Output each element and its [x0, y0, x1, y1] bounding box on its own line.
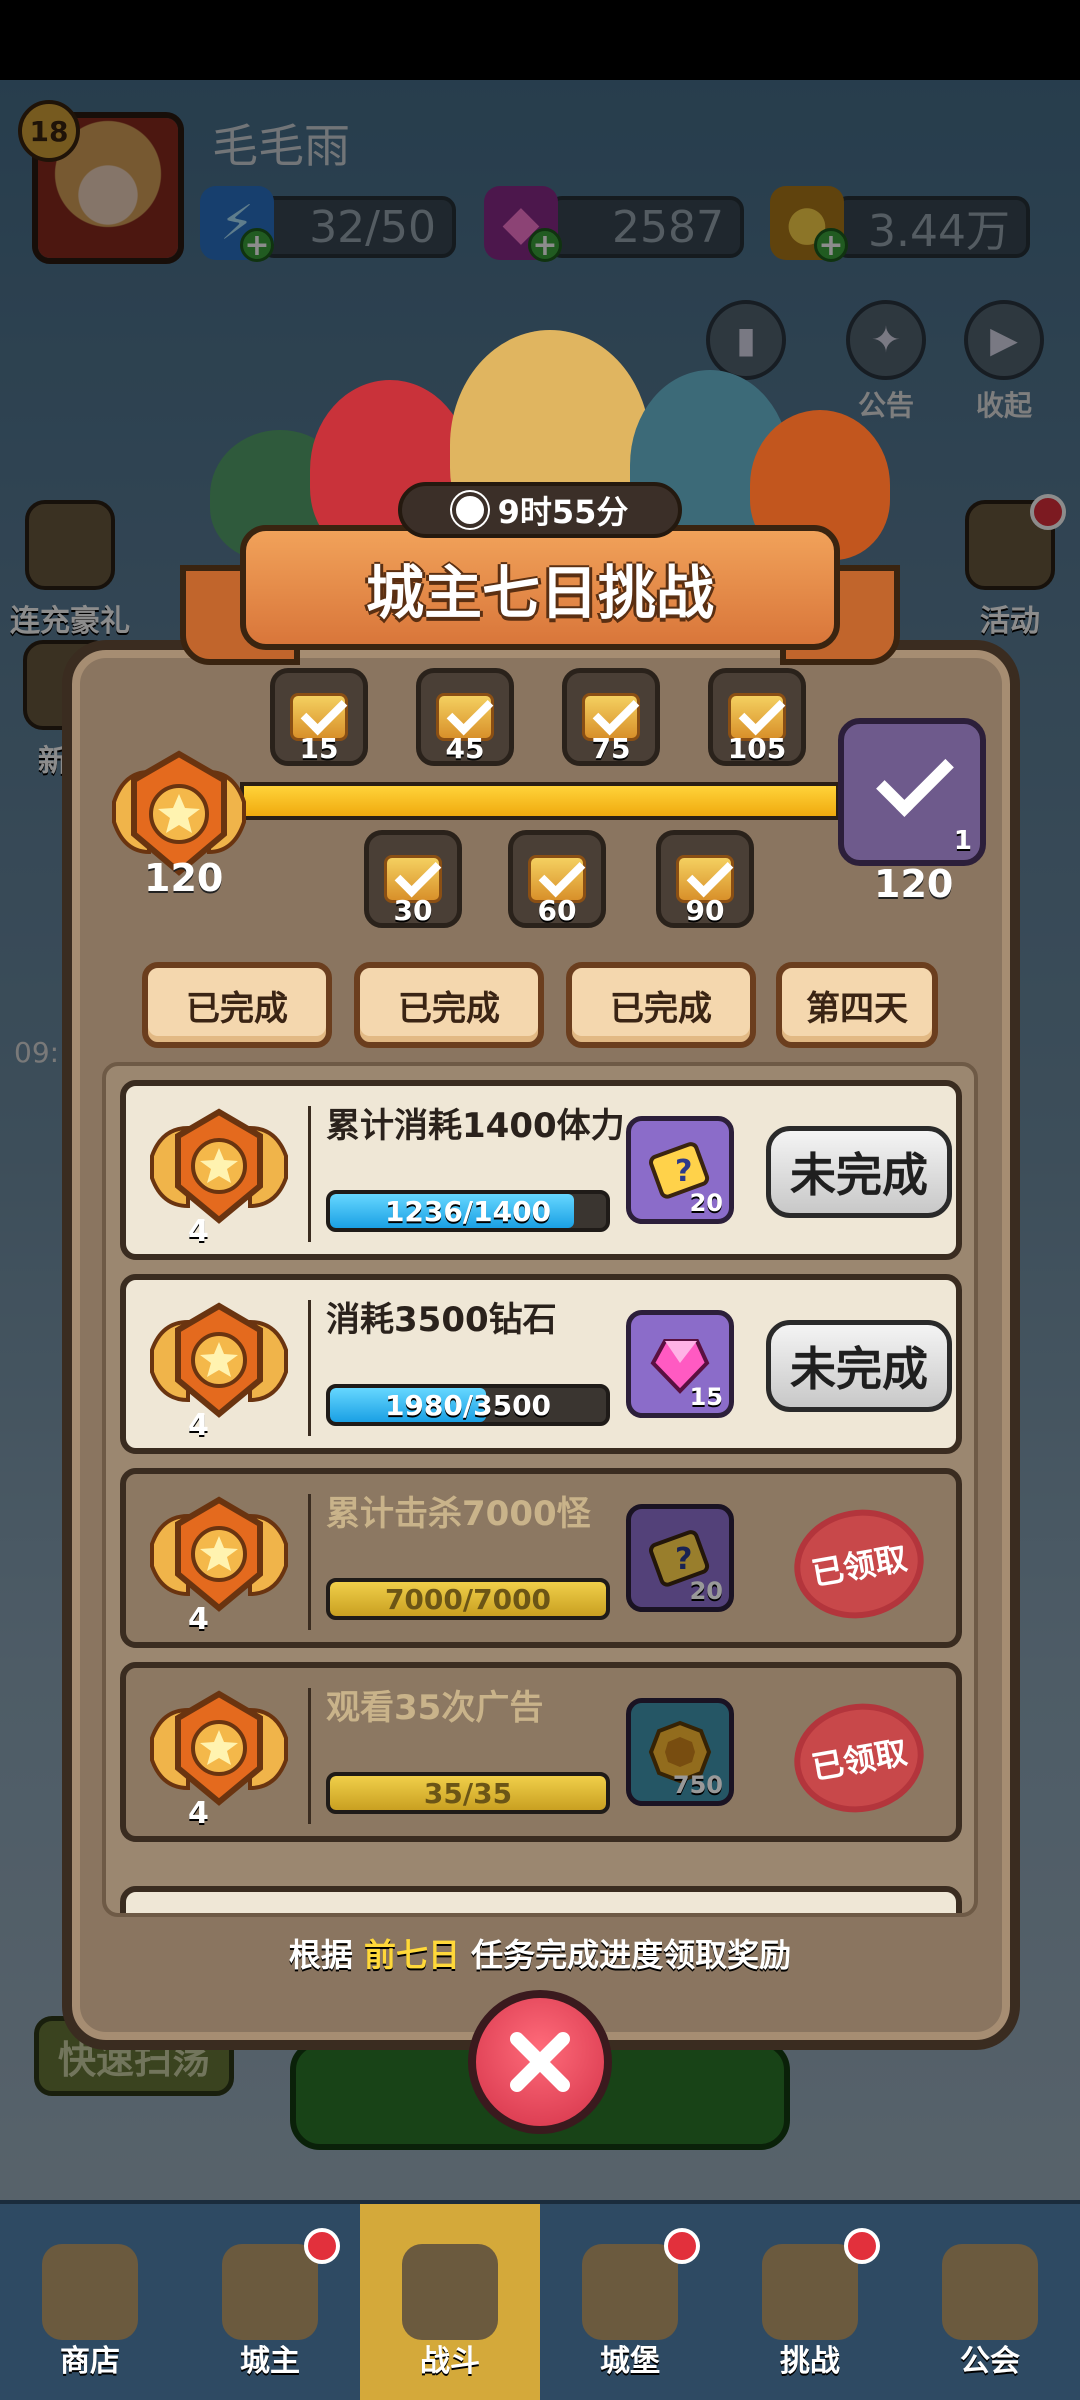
- reward-item[interactable]: ? 20: [626, 1116, 734, 1224]
- max-points-label: 120: [874, 862, 954, 906]
- divider: [308, 1688, 311, 1824]
- tab-day-2[interactable]: 已完成: [354, 962, 544, 1048]
- nav-challenge[interactable]: 挑战: [720, 2204, 900, 2400]
- medal-points: 4: [188, 1214, 209, 1249]
- task-progress-text: 1236/1400: [384, 1194, 552, 1228]
- countdown-timer: 9时55分: [398, 482, 682, 538]
- close-icon: [510, 2032, 570, 2092]
- final-reward-hero[interactable]: 1: [838, 718, 986, 866]
- tab-day-3[interactable]: 已完成: [566, 962, 756, 1048]
- banner-icon: [942, 2244, 1038, 2340]
- tab-day-1[interactable]: 已完成: [142, 962, 332, 1048]
- points-progress-fill: [244, 786, 836, 816]
- nav-shop[interactable]: 商店: [0, 2204, 180, 2400]
- milestone-chest[interactable]: 90: [656, 830, 754, 928]
- svg-text:?: ?: [675, 1542, 692, 1577]
- reward-count: 20: [689, 1189, 723, 1217]
- reward-count: 750: [672, 1771, 723, 1799]
- task-progress-bar: 1236/1400: [326, 1190, 610, 1232]
- task-progress-text: 7000/7000: [384, 1582, 552, 1616]
- tab-day-4[interactable]: 第四天: [776, 962, 938, 1048]
- notification-dot: [304, 2228, 340, 2264]
- task-title: 累计击杀7000怪: [326, 1494, 591, 1534]
- nav-castle[interactable]: 城堡: [540, 2204, 720, 2400]
- divider: [308, 1106, 311, 1242]
- task-title: 观看35次广告: [326, 1688, 544, 1728]
- milestone-chest[interactable]: 30: [364, 830, 462, 928]
- milestone-chest[interactable]: 75: [562, 668, 660, 766]
- nav-lord[interactable]: 城主: [180, 2204, 360, 2400]
- task-progress-text: 1980/3500: [384, 1388, 552, 1422]
- task-card: 4 消耗3500钻石 1980/3500 15 未完成: [120, 1274, 962, 1454]
- svg-text:?: ?: [675, 1154, 692, 1189]
- task-progress-bar: 1980/3500: [326, 1384, 610, 1426]
- incomplete-button[interactable]: 未完成: [766, 1320, 952, 1412]
- reward-item[interactable]: 750: [626, 1698, 734, 1806]
- task-list[interactable]: 4 累计消耗1400体力 1236/1400? 20 未完成 4 消耗3500钻石 1980/…: [102, 1062, 978, 1917]
- medal-icon: [150, 1690, 288, 1806]
- demon-icon: [762, 2244, 858, 2340]
- milestone-chest[interactable]: 105: [708, 668, 806, 766]
- points-progress-bar: [240, 782, 840, 820]
- task-title: 累计消耗1400体力: [326, 1106, 625, 1146]
- divider: [308, 1494, 311, 1630]
- divider: [308, 1300, 311, 1436]
- current-points-label: 120: [144, 856, 224, 900]
- medal-points: 4: [188, 1408, 209, 1443]
- checkmark-icon: [876, 739, 954, 817]
- milestone-chest[interactable]: 45: [416, 668, 514, 766]
- reward-count: 20: [689, 1577, 723, 1605]
- incomplete-button[interactable]: 未完成: [766, 1126, 952, 1218]
- medal-icon: [150, 1496, 288, 1612]
- nav-guild[interactable]: 公会: [900, 2204, 1080, 2400]
- swords-icon: [402, 2244, 498, 2340]
- close-button[interactable]: [468, 1990, 612, 2134]
- task-card: 4 累计击杀7000怪 7000/7000? 20 已领取: [120, 1468, 962, 1648]
- task-progress-bar: 35/35: [326, 1772, 610, 1814]
- medal-icon: [150, 1108, 288, 1224]
- medal-icon: [150, 1302, 288, 1418]
- task-progress-text: 35/35: [423, 1776, 513, 1810]
- status-bar: [0, 0, 1080, 80]
- medal-points: 4: [188, 1796, 209, 1831]
- claimed-stamp: 已领取: [785, 1693, 933, 1823]
- castle-icon: [582, 2244, 678, 2340]
- task-card: 4 累计消耗1400体力 1236/1400? 20 未完成: [120, 1080, 962, 1260]
- claimed-stamp: 已领取: [785, 1499, 933, 1629]
- task-progress-bar: 7000/7000: [326, 1578, 610, 1620]
- task-card: 4 观看35次广告 35/35 750 已领取: [120, 1662, 962, 1842]
- reward-count: 15: [689, 1383, 723, 1411]
- notification-dot: [664, 2228, 700, 2264]
- milestone-chest[interactable]: 60: [508, 830, 606, 928]
- modal-title: 城主七日挑战: [240, 525, 840, 650]
- clock-icon: [451, 492, 488, 528]
- shop-icon: [42, 2244, 138, 2340]
- medal-points: 4: [188, 1602, 209, 1637]
- reward-hint: 根据 前七日 任务完成进度领取奖励: [288, 1936, 792, 1974]
- list-item: [120, 1886, 962, 1913]
- milestone-chest[interactable]: 15: [270, 668, 368, 766]
- reward-item[interactable]: 15: [626, 1310, 734, 1418]
- task-title: 消耗3500钻石: [326, 1300, 557, 1340]
- bottom-nav: 商店 城主 战斗 城堡 挑战 公会: [0, 2200, 1080, 2400]
- notification-dot: [844, 2228, 880, 2264]
- crown-icon: [222, 2244, 318, 2340]
- reward-item[interactable]: ? 20: [626, 1504, 734, 1612]
- nav-battle[interactable]: 战斗: [360, 2204, 540, 2400]
